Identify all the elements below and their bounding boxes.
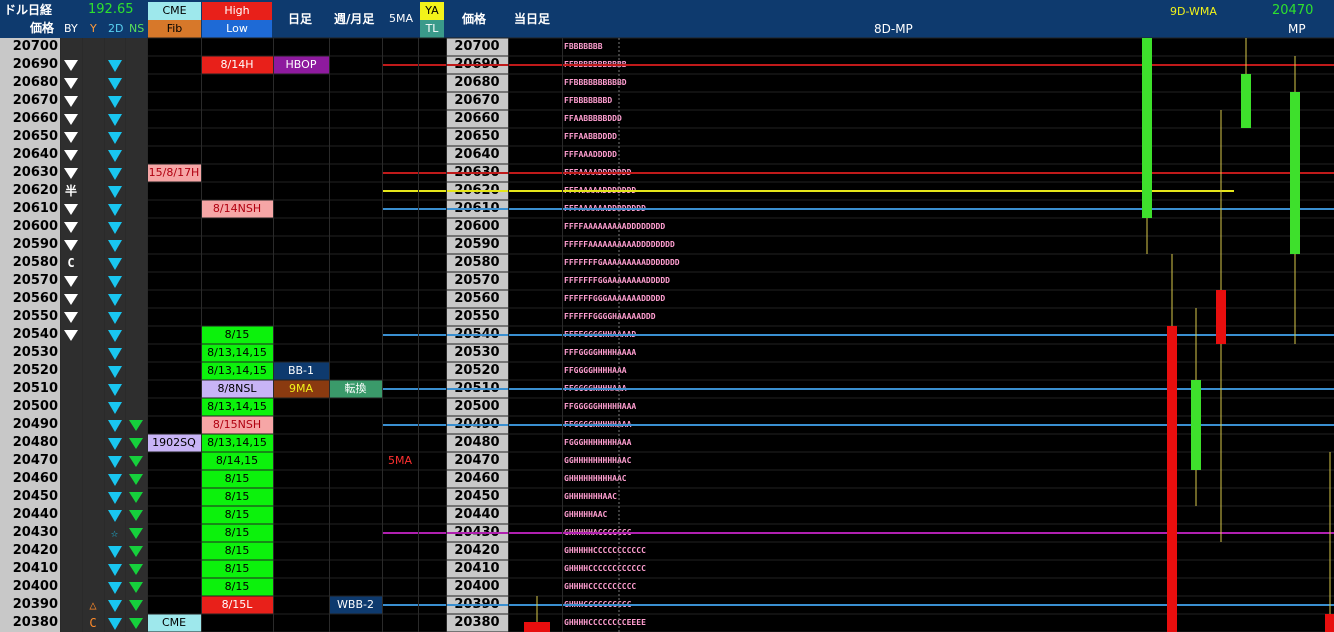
column-divider — [273, 38, 274, 632]
column-divider — [382, 38, 383, 632]
column-divider — [60, 38, 61, 632]
candle-body-green — [1241, 74, 1251, 128]
column-divider — [446, 38, 447, 632]
column-divider — [104, 38, 105, 632]
candle-body-red — [1216, 290, 1226, 344]
today-candle-body — [524, 622, 550, 632]
column-divider — [82, 38, 83, 632]
column-divider — [418, 38, 419, 632]
column-divider — [125, 38, 126, 632]
column-divider — [201, 38, 202, 632]
candle-body-red — [1325, 614, 1334, 632]
candle-body-green — [1142, 38, 1152, 218]
column-divider — [147, 38, 148, 632]
column-divider — [329, 38, 330, 632]
candle-body-red — [1167, 326, 1177, 632]
candle-body-green — [1191, 380, 1201, 470]
column-divider — [562, 38, 563, 632]
column-divider — [508, 38, 509, 632]
candle-body-green — [1290, 92, 1300, 254]
